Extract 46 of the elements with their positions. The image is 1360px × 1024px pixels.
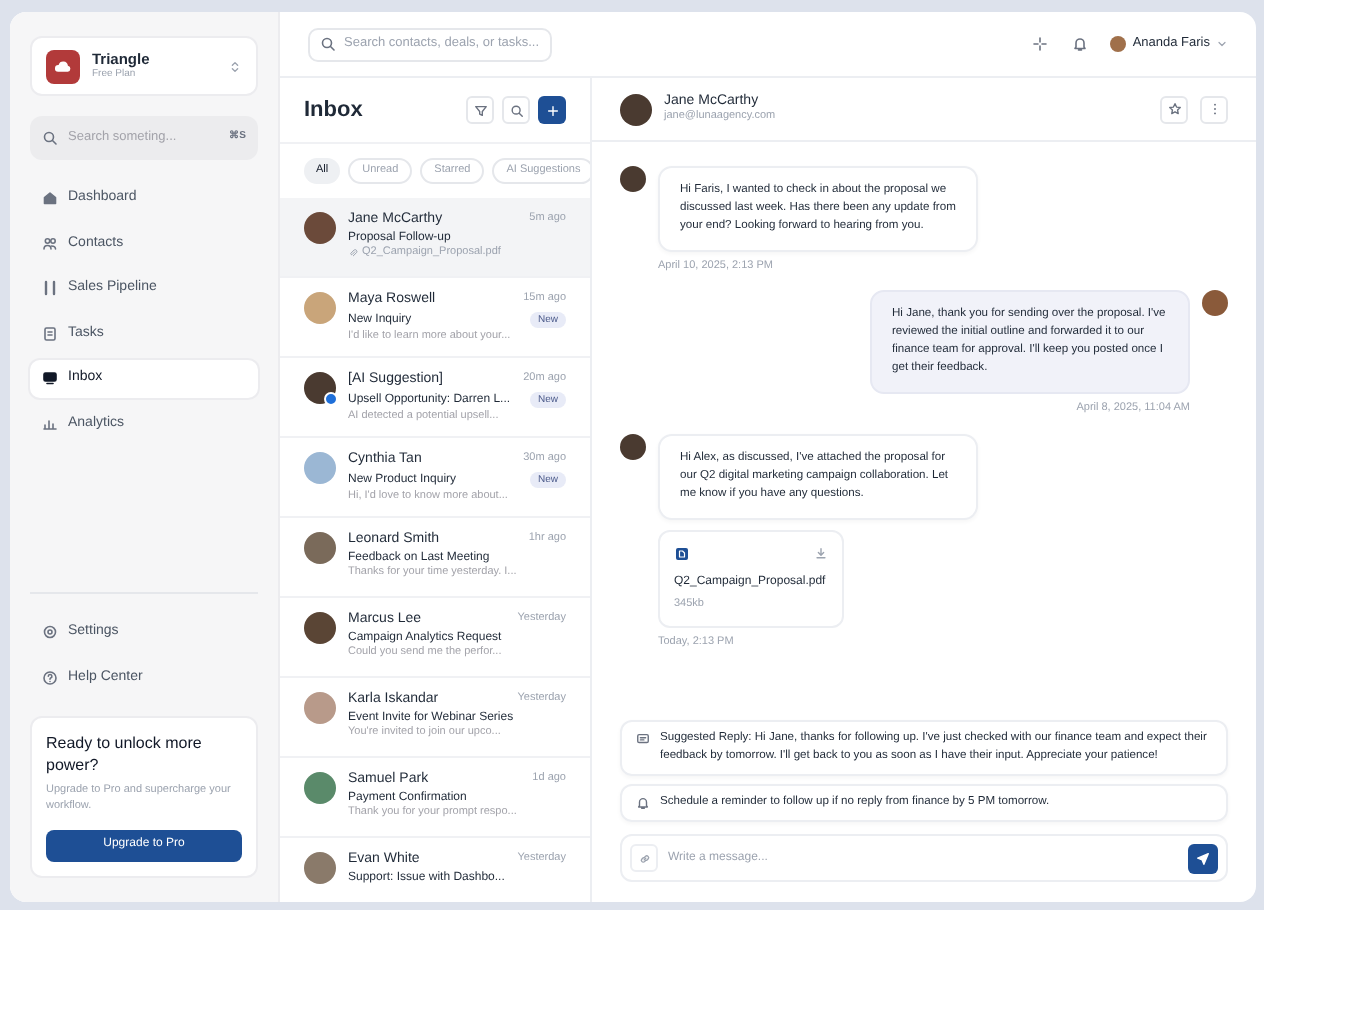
search-icon	[320, 36, 336, 52]
suggested-reply[interactable]	[620, 720, 1228, 776]
plus-icon	[545, 103, 559, 117]
help-icon	[42, 669, 58, 686]
star-icon	[1167, 102, 1181, 116]
home-icon	[42, 190, 58, 207]
bar-chart-icon	[42, 415, 58, 432]
up-down-icon	[228, 59, 242, 73]
settings-icon	[42, 624, 58, 641]
filter-button[interactable]	[466, 96, 494, 124]
paperclip-icon	[348, 248, 358, 259]
upgrade-title: Ready to unlock more power?	[46, 732, 204, 776]
inbox-icon	[42, 370, 58, 387]
avatar	[304, 852, 336, 884]
avatar	[620, 166, 646, 192]
avatar	[620, 93, 652, 125]
document-icon	[674, 545, 690, 561]
bell-icon	[1072, 36, 1089, 52]
avatar	[620, 433, 646, 459]
avatar	[304, 772, 336, 804]
avatar	[304, 612, 336, 644]
filter-icon	[473, 103, 487, 117]
inbox-title: Inbox	[304, 95, 365, 126]
star-button[interactable]	[1160, 95, 1188, 123]
avatar	[304, 532, 336, 564]
people-icon	[42, 235, 58, 252]
clipboard-icon	[42, 325, 58, 342]
bell-icon	[636, 796, 650, 810]
send-icon	[1196, 851, 1210, 865]
avatar	[1110, 36, 1127, 52]
search-icon	[42, 130, 58, 146]
send-button[interactable]	[1188, 843, 1218, 873]
add-button[interactable]	[538, 96, 566, 124]
chevron-down-icon	[1216, 38, 1228, 50]
avatar	[304, 452, 336, 484]
avatar	[304, 292, 336, 324]
avatar	[304, 692, 336, 724]
avatar	[1202, 290, 1228, 317]
link-icon	[637, 851, 651, 865]
download-icon	[814, 545, 828, 559]
avatar	[304, 372, 336, 404]
search-button[interactable]	[502, 96, 530, 124]
logo-icon	[46, 49, 80, 83]
search-icon	[509, 103, 523, 117]
avatar	[304, 212, 336, 244]
message-icon	[636, 732, 650, 746]
